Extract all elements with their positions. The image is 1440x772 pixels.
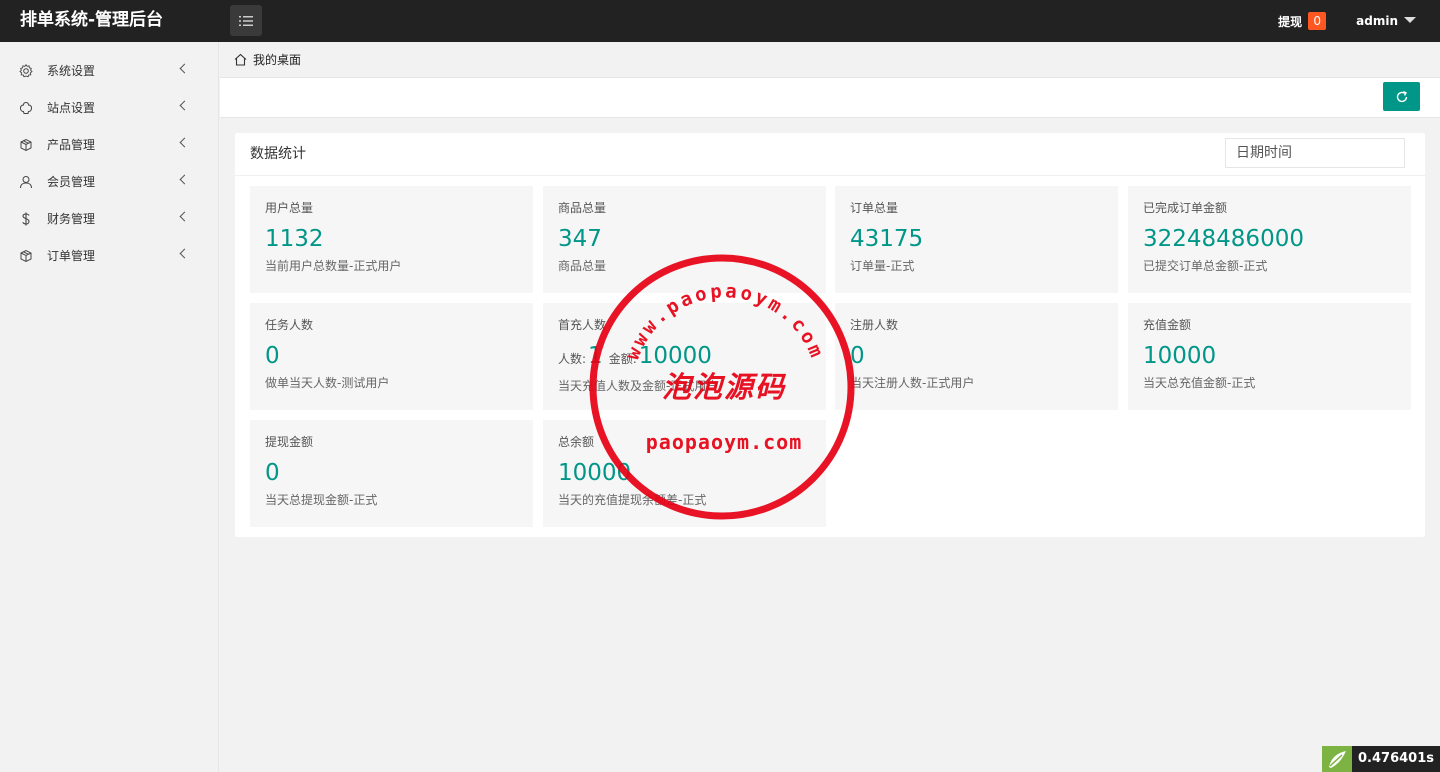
- stat-title: 商品总量: [558, 201, 607, 215]
- stat-desc: 当天的充值提现余额差-正式: [558, 493, 707, 507]
- stat-title: 用户总量: [265, 201, 314, 215]
- sidebar-item-label: 系统设置: [47, 64, 96, 78]
- withdraw-label: 提现: [1278, 14, 1303, 29]
- chevron-left-icon: [179, 211, 190, 222]
- stat-card-total-orders: 订单总量 43175 订单量-正式: [835, 186, 1118, 293]
- stat-desc: 做单当天人数-测试用户: [265, 376, 390, 390]
- user-name: admin: [1356, 14, 1398, 28]
- menu-toggle-button[interactable]: [230, 5, 262, 36]
- panel-header: 数据统计: [235, 133, 1425, 176]
- date-time-input[interactable]: [1225, 138, 1405, 168]
- stat-card-task-users: 任务人数 0 做单当天人数-测试用户: [250, 303, 533, 410]
- stat-card-total-products: 商品总量 347 商品总量: [543, 186, 826, 293]
- stat-desc: 商品总量: [558, 259, 607, 273]
- panel-title: 数据统计: [250, 146, 306, 162]
- chevron-left-icon: [179, 100, 190, 111]
- amount-label: 金额:: [608, 352, 637, 366]
- stat-card-completed-order-amount: 已完成订单金额 32248486000 已提交订单总金额-正式: [1128, 186, 1411, 293]
- list-icon: [239, 15, 253, 26]
- stat-desc: 当天注册人数-正式用户: [850, 376, 975, 390]
- stat-card-first-recharge: 首充人数 人数: 1 金额: 10000 当天充值人数及金额-正式用户: [543, 303, 826, 410]
- dollar-icon: [19, 212, 33, 226]
- page-load-timer: 0.476401s: [1322, 746, 1440, 772]
- withdraw-count-badge: 0: [1308, 12, 1327, 30]
- stat-value: 10000: [558, 460, 632, 486]
- count-value: 1: [588, 343, 603, 369]
- stat-card-withdraw-amount: 提现金额 0 当天总提现金额-正式: [250, 420, 533, 527]
- stat-card-recharge-amount: 充值金额 10000 当天总充值金额-正式: [1128, 303, 1411, 410]
- stat-title: 订单总量: [850, 201, 899, 215]
- refresh-icon: [1396, 90, 1407, 102]
- sidebar: 系统设置 站点设置 产品管理 会员管理 财务管理 订单管理: [0, 42, 219, 772]
- sidebar-item-finance-management[interactable]: 财务管理: [0, 200, 218, 237]
- stat-value: 人数: 1 金额: 10000: [558, 343, 811, 372]
- leaf-logo-icon: [1322, 746, 1352, 772]
- sidebar-item-label: 订单管理: [47, 249, 96, 263]
- header-nav: 提现 0 admin: [1278, 0, 1440, 42]
- stat-value: 32248486000: [1143, 226, 1304, 252]
- chevron-left-icon: [179, 137, 190, 148]
- stat-desc: 订单量-正式: [850, 259, 915, 273]
- user-menu[interactable]: admin: [1356, 14, 1416, 28]
- stat-desc: 当天总提现金额-正式: [265, 493, 378, 507]
- sidebar-item-product-management[interactable]: 产品管理: [0, 126, 218, 163]
- sidebar-item-site-settings[interactable]: 站点设置: [0, 89, 218, 126]
- sidebar-item-system-settings[interactable]: 系统设置: [0, 52, 218, 89]
- stat-title: 充值金额: [1143, 318, 1192, 332]
- stat-value: 0: [265, 343, 280, 369]
- withdraw-link[interactable]: 提现 0: [1278, 12, 1327, 30]
- stat-desc: 当前用户总数量-正式用户: [265, 259, 402, 273]
- stat-title: 首充人数: [558, 318, 607, 332]
- refresh-button[interactable]: [1383, 82, 1420, 111]
- stat-value: 0: [850, 343, 865, 369]
- stat-desc: 已提交订单总金额-正式: [1143, 259, 1268, 273]
- home-icon: [234, 53, 247, 66]
- stat-value: 43175: [850, 226, 924, 252]
- stat-card-total-users: 用户总量 1132 当前用户总数量-正式用户: [250, 186, 533, 293]
- chevron-left-icon: [179, 63, 190, 74]
- sidebar-item-label: 财务管理: [47, 212, 96, 226]
- sidebar-item-order-management[interactable]: 订单管理: [0, 237, 218, 274]
- count-label: 人数:: [558, 352, 587, 366]
- stat-value: 347: [558, 226, 602, 252]
- top-header: 排单系统-管理后台 提现 0 admin: [0, 0, 1440, 42]
- gear-icon: [19, 63, 33, 78]
- cube-icon: [19, 249, 33, 263]
- cloud-icon: [19, 101, 33, 115]
- cube-icon: [19, 138, 33, 152]
- stat-card-registered-users: 注册人数 0 当天注册人数-正式用户: [835, 303, 1118, 410]
- stat-desc: 当天总充值金额-正式: [1143, 376, 1256, 390]
- user-icon: [19, 175, 33, 189]
- stats-panel: 数据统计 用户总量 1132 当前用户总数量-正式用户 商品总量 347 商品总…: [235, 133, 1425, 537]
- caret-down-icon: [1404, 17, 1416, 23]
- app-title: 排单系统-管理后台: [20, 10, 164, 30]
- stat-title: 已完成订单金额: [1143, 201, 1228, 215]
- breadcrumb-current[interactable]: 我的桌面: [253, 51, 301, 68]
- sidebar-item-member-management[interactable]: 会员管理: [0, 163, 218, 200]
- stat-title: 提现金额: [265, 435, 314, 449]
- stat-value: 10000: [1143, 343, 1217, 369]
- chevron-left-icon: [179, 174, 190, 185]
- amount-value: 10000: [638, 343, 712, 369]
- breadcrumb: 我的桌面: [220, 42, 1440, 78]
- stat-title: 任务人数: [265, 318, 314, 332]
- load-time-value: 0.476401s: [1352, 746, 1440, 772]
- stat-card-total-balance: 总余额 10000 当天的充值提现余额差-正式: [543, 420, 826, 527]
- sidebar-item-label: 站点设置: [47, 101, 96, 115]
- stat-title: 注册人数: [850, 318, 899, 332]
- page-toolbar: [220, 78, 1440, 118]
- stat-value: 1132: [265, 226, 324, 252]
- stat-title: 总余额: [558, 435, 595, 449]
- stat-desc: 当天充值人数及金额-正式用户: [558, 379, 719, 393]
- chevron-left-icon: [179, 248, 190, 259]
- sidebar-item-label: 产品管理: [47, 138, 96, 152]
- sidebar-item-label: 会员管理: [47, 175, 96, 189]
- stat-value: 0: [265, 460, 280, 486]
